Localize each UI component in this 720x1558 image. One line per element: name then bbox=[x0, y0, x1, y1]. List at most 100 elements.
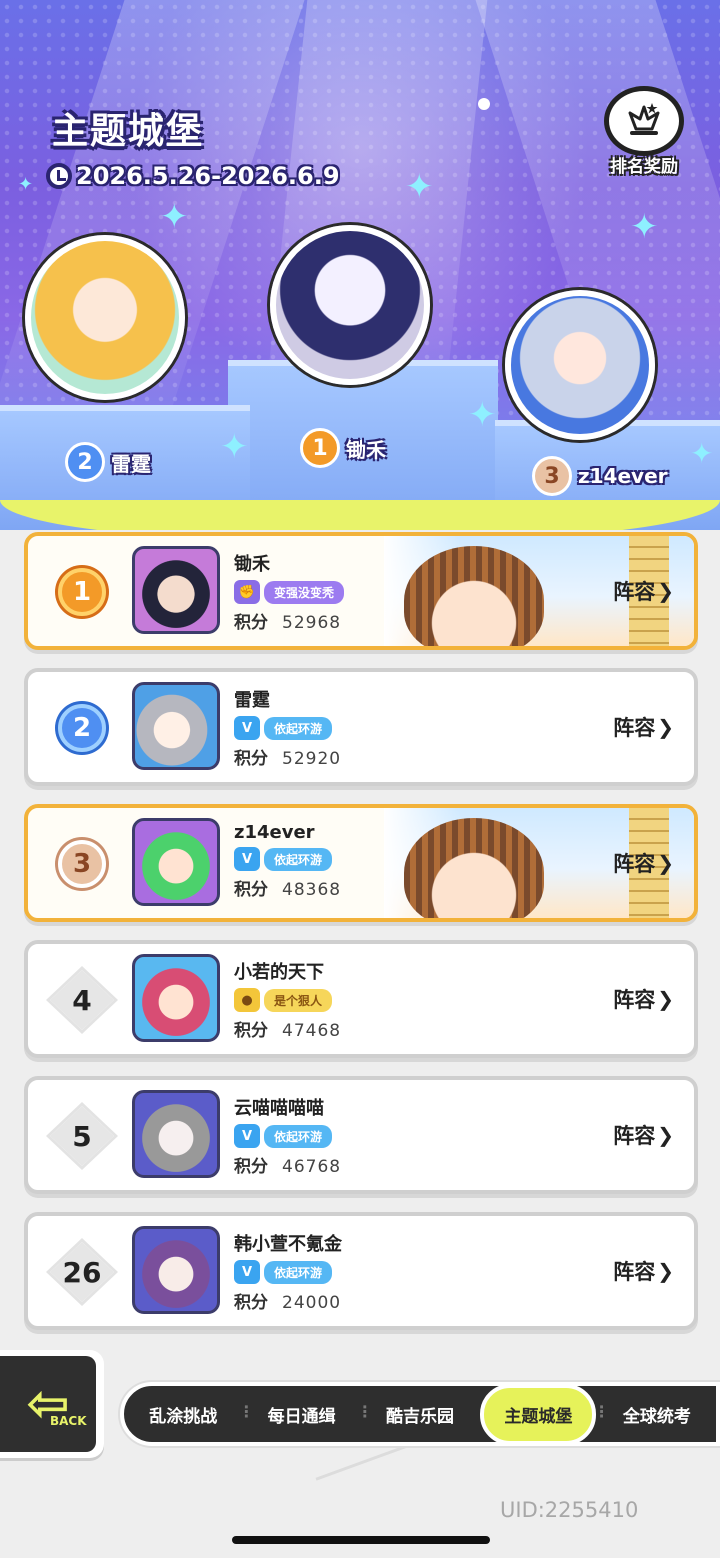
light-dot bbox=[478, 98, 490, 110]
tab-label: 乱涂挑战 bbox=[149, 1406, 218, 1427]
podium-name-third: 3 z14ever bbox=[532, 456, 668, 496]
score-value: 46768 bbox=[282, 1157, 342, 1177]
score-value: 52968 bbox=[282, 613, 342, 633]
score-value: 47468 bbox=[282, 1021, 342, 1041]
podium-player-name: 锄禾 bbox=[346, 437, 386, 462]
podium-player-name: 雷霆 bbox=[111, 451, 151, 476]
score-label: 积分 bbox=[234, 749, 268, 769]
player-info: 云喵喵喵喵 V 依起环游 积分 46768 bbox=[234, 1094, 341, 1177]
player-info: 小若的天下 ● 是个狠人 积分 47468 bbox=[234, 958, 341, 1041]
rank-number: 5 bbox=[50, 1106, 114, 1166]
rank-row[interactable]: 3 z14ever V 依起环游 积分 48368 阵容 ❯ bbox=[24, 804, 698, 922]
score-label: 积分 bbox=[234, 880, 268, 900]
podium-name-second: 2 雷霆 bbox=[65, 442, 151, 482]
player-name: 锄禾 bbox=[234, 554, 270, 575]
mode-tab-bar: 乱涂挑战 每日通缉 酷吉乐园 主题城堡 全球统考 bbox=[120, 1382, 720, 1446]
third-place-character[interactable] bbox=[505, 290, 655, 440]
title-text: 是个狠人 bbox=[264, 988, 333, 1012]
runner-up-character[interactable] bbox=[25, 235, 185, 400]
rank-medal-icon: 3 bbox=[532, 456, 572, 496]
rank-number: 4 bbox=[50, 970, 114, 1030]
title-text: 依起环游 bbox=[264, 716, 333, 740]
tab-theme-castle[interactable]: 主题城堡 bbox=[479, 1383, 597, 1445]
lineup-button[interactable]: 阵容 ❯ bbox=[613, 1256, 674, 1286]
page-title: 主题城堡 bbox=[52, 111, 205, 152]
sparkle-icon: ✦ bbox=[220, 427, 249, 467]
clock-icon bbox=[46, 163, 72, 189]
sparkle-icon: ✦ bbox=[405, 167, 434, 207]
player-info: z14ever V 依起环游 积分 48368 bbox=[234, 822, 341, 900]
champion-character[interactable] bbox=[270, 225, 430, 385]
score: 积分 52968 bbox=[234, 608, 344, 633]
score: 积分 46768 bbox=[234, 1152, 341, 1177]
rank-row[interactable]: 4 小若的天下 ● 是个狠人 积分 47468 阵容 ❯ bbox=[24, 940, 698, 1058]
avatar[interactable] bbox=[132, 954, 220, 1042]
rank-row[interactable]: 2 雷霆 V 依起环游 积分 52920 阵容 ❯ bbox=[24, 668, 698, 786]
lineup-button[interactable]: 阵容 ❯ bbox=[613, 984, 674, 1014]
tab-doodle-challenge[interactable]: 乱涂挑战 bbox=[124, 1402, 242, 1427]
score: 积分 47468 bbox=[234, 1016, 341, 1041]
verified-icon: V bbox=[234, 716, 260, 740]
avatar[interactable] bbox=[132, 818, 220, 906]
rank-reward-label: 排名奖励 bbox=[610, 157, 678, 177]
lineup-button[interactable]: 阵容 ❯ bbox=[613, 576, 674, 606]
ranking-list: 1 锄禾 ✊ 变强没变秃 积分 52968 阵容 ❯ 2 雷霆 V 依起环游 积分 bbox=[24, 532, 698, 1348]
avatar[interactable] bbox=[132, 546, 220, 634]
date-range: 2026.5.26-2026.6.9 bbox=[76, 162, 340, 190]
player-info: 雷霆 V 依起环游 积分 52920 bbox=[234, 686, 341, 769]
lineup-button[interactable]: 阵容 ❯ bbox=[613, 712, 674, 742]
sparkle-icon: ✦ bbox=[18, 174, 34, 195]
chevron-right-icon: ❯ bbox=[657, 1259, 674, 1283]
score-label: 积分 bbox=[234, 1293, 268, 1313]
title-text: 依起环游 bbox=[264, 1124, 333, 1148]
rank-row-self[interactable]: 26 韩小萱不氪金 V 依起环游 积分 24000 阵容 ❯ bbox=[24, 1212, 698, 1330]
trophy-icon bbox=[604, 86, 684, 156]
tab-daily-wanted[interactable]: 每日通缉 bbox=[238, 1402, 360, 1427]
home-indicator[interactable] bbox=[232, 1536, 490, 1544]
title-text: 依起环游 bbox=[264, 847, 333, 871]
score-label: 积分 bbox=[234, 1157, 268, 1177]
rank-medal-icon: 2 bbox=[58, 704, 106, 752]
slime-divider bbox=[0, 500, 720, 530]
user-id: UID:2255410 bbox=[500, 1498, 639, 1522]
lineup-button[interactable]: 阵容 ❯ bbox=[613, 1120, 674, 1150]
avatar[interactable] bbox=[132, 1226, 220, 1314]
rank-medal-icon: 3 bbox=[58, 840, 106, 888]
podium-name-first: 1 锄禾 bbox=[300, 428, 386, 468]
rank-reward-button[interactable]: 排名奖励 bbox=[598, 86, 690, 178]
verified-icon: V bbox=[234, 847, 260, 871]
tab-global-exam[interactable]: 全球统考 bbox=[594, 1402, 716, 1427]
player-name: 小若的天下 bbox=[234, 962, 324, 983]
chevron-right-icon: ❯ bbox=[657, 987, 674, 1011]
lineup-button[interactable]: 阵容 ❯ bbox=[613, 848, 674, 878]
rank-row[interactable]: 1 锄禾 ✊ 变强没变秃 积分 52968 阵容 ❯ bbox=[24, 532, 698, 650]
lineup-label: 阵容 bbox=[613, 852, 656, 876]
player-title-badge: V 依起环游 bbox=[234, 1124, 333, 1148]
rank-row[interactable]: 5 云喵喵喵喵 V 依起环游 积分 46768 阵容 ❯ bbox=[24, 1076, 698, 1194]
chevron-right-icon: ❯ bbox=[657, 715, 674, 739]
avatar[interactable] bbox=[132, 682, 220, 770]
player-title-badge: V 依起环游 bbox=[234, 1260, 333, 1284]
player-title-badge: V 依起环游 bbox=[234, 716, 333, 740]
chevron-right-icon: ❯ bbox=[657, 1123, 674, 1147]
score-value: 48368 bbox=[282, 880, 342, 900]
tab-label: 全球统考 bbox=[622, 1406, 691, 1427]
score-value: 24000 bbox=[282, 1293, 342, 1313]
tab-label: 酷吉乐园 bbox=[386, 1406, 455, 1427]
lineup-label: 阵容 bbox=[613, 1124, 656, 1148]
tab-label: 每日通缉 bbox=[267, 1406, 336, 1427]
back-button[interactable]: ⇦ BACK bbox=[0, 1350, 104, 1458]
chevron-right-icon: ❯ bbox=[657, 579, 674, 603]
lineup-label: 阵容 bbox=[613, 988, 656, 1012]
sparkle-icon: ✦ bbox=[468, 395, 497, 435]
score-value: 52920 bbox=[282, 749, 342, 769]
player-title-badge: V 依起环游 bbox=[234, 847, 333, 871]
header-stage: ✦ ✦ ✦ ✦ ✦ ✦ ✦ 主题城堡 2026.5.26-2026.6.9 排名… bbox=[0, 0, 720, 530]
tab-kuji-park[interactable]: 酷吉乐园 bbox=[357, 1402, 479, 1427]
tab-label: 主题城堡 bbox=[480, 1383, 597, 1445]
player-title-badge: ✊ 变强没变秃 bbox=[234, 580, 345, 604]
podium-player-name: z14ever bbox=[578, 464, 668, 488]
verified-icon: V bbox=[234, 1124, 260, 1148]
avatar[interactable] bbox=[132, 1090, 220, 1178]
rank-medal-icon: 2 bbox=[65, 442, 105, 482]
